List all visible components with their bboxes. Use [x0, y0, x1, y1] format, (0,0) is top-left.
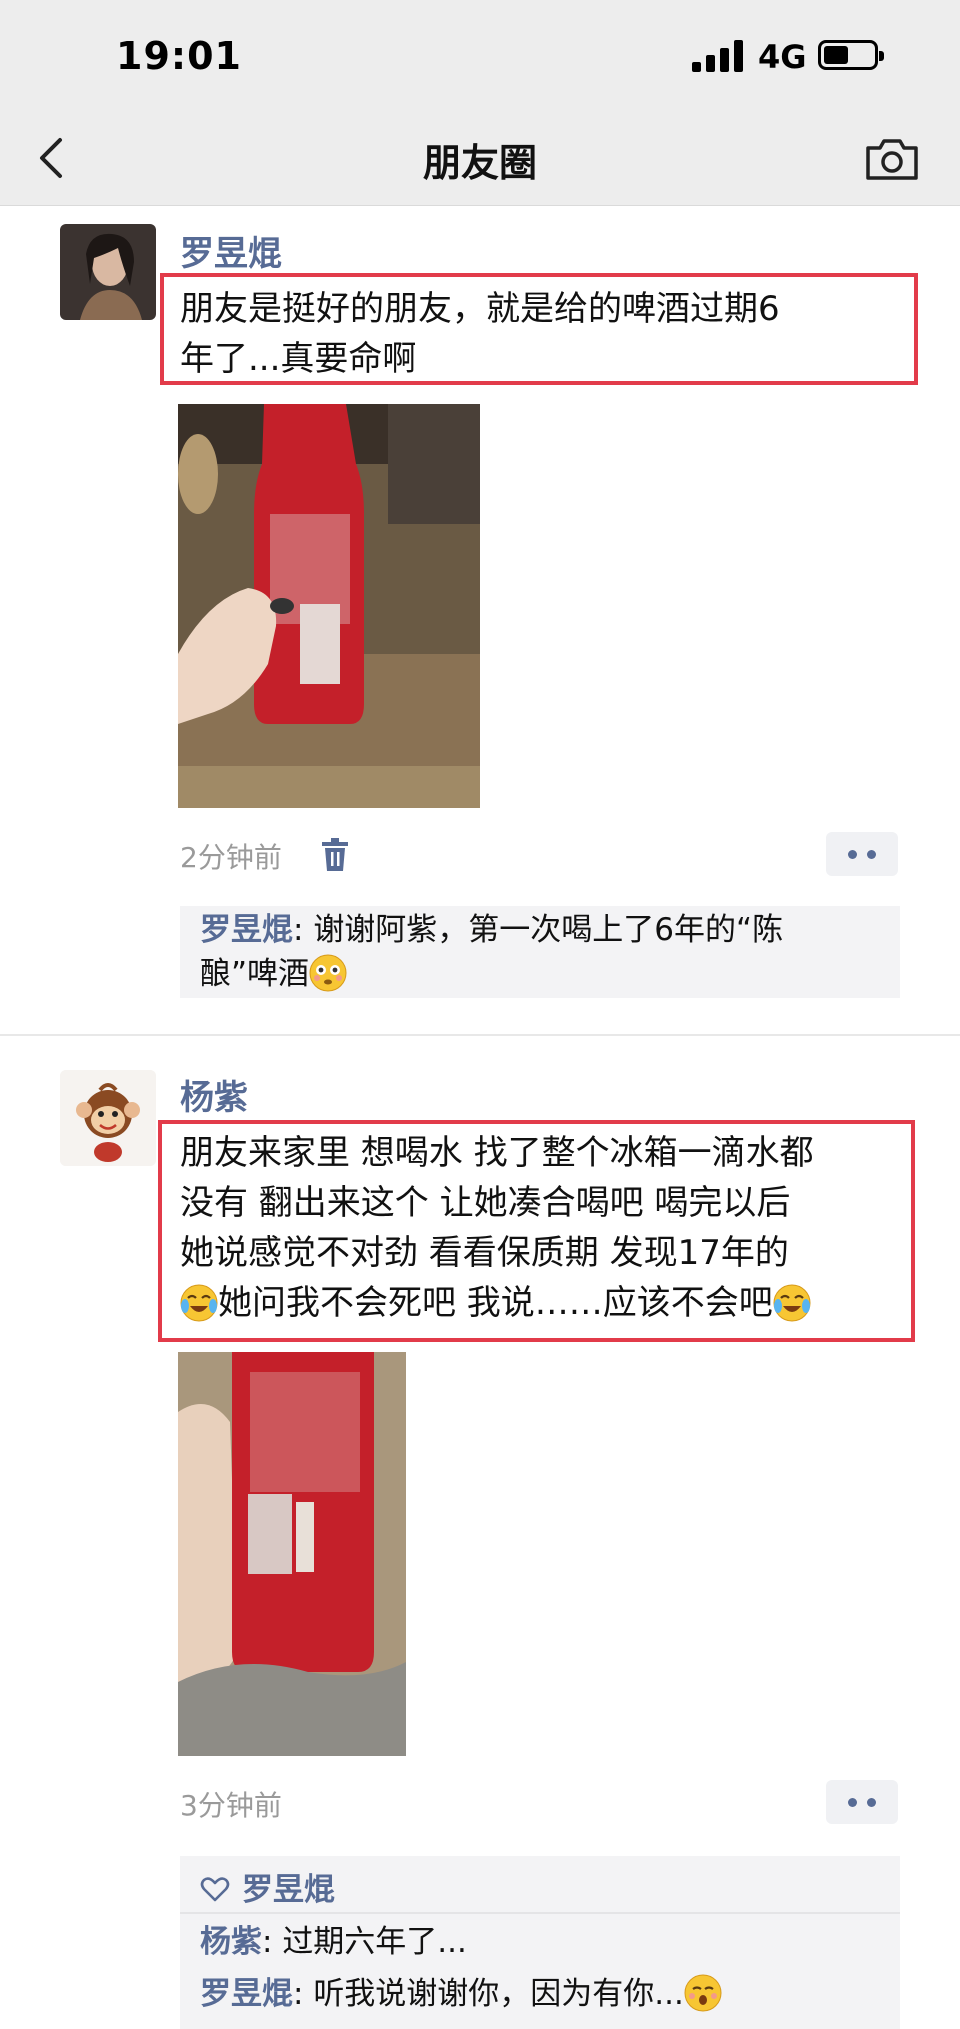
post-author[interactable]: 杨紫 — [180, 1070, 248, 1119]
comment-author[interactable]: 罗昱焜 — [200, 912, 293, 948]
like-author[interactable]: 罗昱焜 — [242, 1872, 335, 1908]
network-label: 4G — [758, 38, 807, 76]
heart-icon — [200, 1877, 230, 1902]
more-button[interactable] — [826, 832, 898, 876]
post-text-line: 年了...真要命啊 — [180, 339, 417, 379]
avatar[interactable] — [60, 1070, 156, 1166]
status-bar: 19:01 4G — [0, 0, 960, 112]
nav-bar: 朋友圈 — [0, 112, 960, 206]
post-text-line: 朋友是挺好的朋友，就是给的啤酒过期6 — [180, 289, 780, 329]
comment-item[interactable]: 罗昱焜: 谢谢阿紫，第一次喝上了6年的“陈 酿”啤酒 — [180, 908, 900, 996]
post-text-line: 她说感觉不对劲 看看保质期 发现17年的 — [180, 1233, 789, 1273]
comment-text: 听我说谢谢你，因为有你... — [313, 1976, 684, 2012]
comment-item[interactable]: 罗昱焜: 听我说谢谢你，因为有你... — [180, 1972, 900, 2016]
comment-separator: : — [262, 1924, 283, 1960]
signal-icon — [692, 40, 744, 72]
flushed-emoji-icon — [309, 954, 347, 992]
comment-box: 罗昱焜 杨紫: 过期六年了... 罗昱焜: 听我说谢谢你，因为有你... — [180, 1856, 900, 2029]
post-photo[interactable] — [178, 1352, 406, 1756]
comment-text: 过期六年了... — [282, 1924, 467, 1960]
delete-icon[interactable] — [320, 838, 350, 872]
post-timestamp: 3分钟前 — [180, 1789, 282, 1822]
post-timestamp: 2分钟前 — [180, 841, 282, 874]
comment-box: 罗昱焜: 谢谢阿紫，第一次喝上了6年的“陈 酿”啤酒 — [180, 906, 900, 998]
crying-laughing-emoji-icon — [180, 1284, 218, 1322]
post-divider — [0, 1034, 960, 1036]
page-title: 朋友圈 — [422, 141, 537, 185]
comment-author[interactable]: 杨紫 — [200, 1924, 262, 1960]
post-text-line: 没有 翻出来这个 让她凑合喝吧 喝完以后 — [180, 1183, 791, 1223]
post-text: 朋友来家里 想喝水 找了整个冰箱一滴水都 没有 翻出来这个 让她凑合喝吧 喝完以… — [180, 1128, 900, 1328]
likes-row: 罗昱焜 — [180, 1856, 900, 1914]
blowing-kiss-emoji-icon — [684, 1974, 722, 2012]
camera-icon[interactable] — [862, 130, 922, 186]
post-text-segment: 她问我不会死吧 我说……应该不会吧 — [218, 1283, 773, 1323]
post-text-line: 她问我不会死吧 我说……应该不会吧 — [180, 1278, 900, 1328]
comment-item[interactable]: 杨紫: 过期六年了... — [180, 1920, 900, 1964]
crying-laughing-emoji-icon — [773, 1284, 811, 1322]
post-text: 朋友是挺好的朋友，就是给的啤酒过期6 年了...真要命啊 — [180, 284, 900, 384]
more-button[interactable] — [826, 1780, 898, 1824]
comment-separator: : — [293, 1976, 314, 2012]
battery-icon — [818, 40, 884, 70]
comment-author[interactable]: 罗昱焜 — [200, 1976, 293, 2012]
comment-text: 酿”啤酒 — [200, 956, 310, 992]
status-time: 19:01 — [116, 34, 242, 78]
comment-text: 谢谢阿紫，第一次喝上了6年的“陈 — [313, 912, 784, 948]
post-photo[interactable] — [178, 404, 480, 808]
avatar[interactable] — [60, 224, 156, 320]
post-author[interactable]: 罗昱焜 — [180, 226, 282, 275]
post-text-line: 朋友来家里 想喝水 找了整个冰箱一滴水都 — [180, 1133, 814, 1173]
comment-separator: : — [293, 912, 314, 948]
